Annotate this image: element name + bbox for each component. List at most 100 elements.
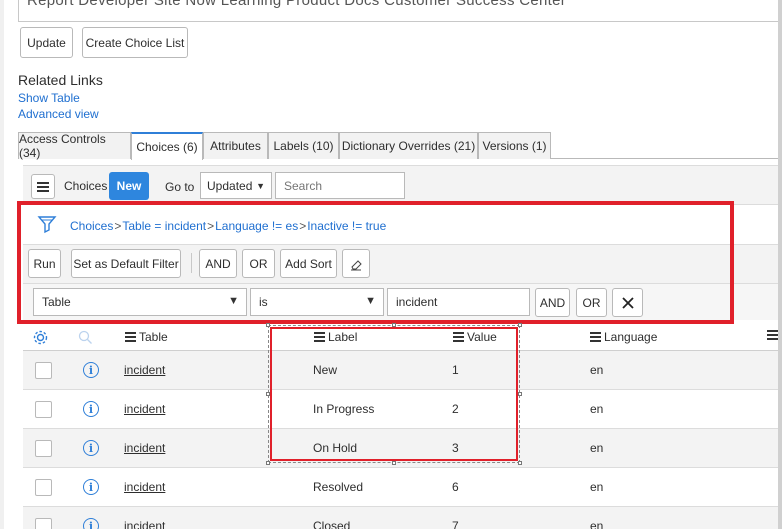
row-label: On Hold: [313, 441, 358, 455]
condition-or-button[interactable]: OR: [576, 288, 607, 317]
add-sort-button[interactable]: Add Sort: [280, 249, 337, 278]
top-nav-strip: Report Developer Site Now Learning Produ…: [18, 0, 782, 22]
filter-funnel-icon[interactable]: [37, 214, 57, 234]
new-button[interactable]: New: [109, 172, 149, 200]
clear-sort-button[interactable]: [342, 249, 370, 278]
row-label: Resolved: [313, 480, 364, 494]
divider: [191, 253, 192, 273]
condition-operator-select[interactable]: is ▼: [250, 288, 384, 316]
row-language: en: [590, 480, 604, 494]
resize-handle: [266, 392, 270, 396]
run-button[interactable]: Run: [28, 249, 61, 278]
row-checkbox[interactable]: [35, 479, 52, 496]
tab-access-controls[interactable]: Access Controls (34): [18, 132, 131, 160]
tab-labels[interactable]: Labels (10): [268, 132, 339, 159]
row-language: en: [590, 519, 604, 529]
related-links-title: Related Links: [18, 72, 103, 88]
set-default-filter-button[interactable]: Set as Default Filter: [71, 249, 181, 278]
goto-selected-value: Updated: [207, 178, 253, 193]
row-table-link[interactable]: incident: [124, 519, 165, 529]
table-row: i incident New 1 en: [23, 351, 782, 390]
resize-handle: [518, 392, 522, 396]
row-table-link[interactable]: incident: [124, 480, 165, 494]
row-checkbox[interactable]: [35, 401, 52, 418]
row-value: 7: [452, 519, 459, 529]
eraser-icon: [351, 259, 362, 270]
tab-attributes[interactable]: Attributes: [203, 132, 268, 159]
info-icon[interactable]: i: [83, 518, 99, 529]
and-button[interactable]: AND: [199, 249, 237, 278]
remove-condition-button[interactable]: [612, 288, 643, 317]
caret-down-icon: ▼: [228, 295, 239, 307]
row-table-link[interactable]: incident: [124, 402, 165, 416]
gear-icon[interactable]: [32, 329, 49, 346]
condition-field-value: Table: [42, 295, 71, 309]
row-table-link[interactable]: incident: [124, 441, 165, 455]
list-title: Choices: [64, 179, 108, 193]
row-label: In Progress: [313, 402, 375, 416]
resize-handle: [518, 461, 522, 465]
row-table-link[interactable]: incident: [124, 363, 165, 377]
column-menu-icon: [314, 332, 325, 342]
advanced-view-link[interactable]: Advanced view: [18, 107, 99, 121]
column-header-value[interactable]: Value: [453, 330, 497, 344]
breadcrumb-language[interactable]: Language != es: [215, 219, 298, 233]
goto-select[interactable]: Updated ▼: [200, 172, 272, 199]
row-language: en: [590, 402, 604, 416]
resize-handle: [266, 323, 270, 327]
table-row: i incident Closed 7 en: [23, 507, 782, 529]
goto-label: Go to: [165, 180, 195, 194]
condition-value: incident: [396, 295, 438, 309]
update-button[interactable]: Update: [20, 27, 73, 58]
breadcrumb-separator: >: [207, 219, 215, 233]
row-value: 1: [452, 363, 459, 377]
info-icon[interactable]: i: [83, 401, 99, 417]
column-header-more[interactable]: [767, 330, 778, 340]
row-checkbox[interactable]: [35, 440, 52, 457]
resize-handle: [392, 323, 396, 327]
breadcrumb-choices[interactable]: Choices: [70, 219, 113, 233]
column-menu-icon: [453, 332, 464, 342]
info-icon[interactable]: i: [83, 362, 99, 378]
top-nav-text: Report Developer Site Now Learning Produ…: [27, 0, 567, 9]
filter-button-row: Run Set as Default Filter AND OR Add Sor…: [23, 244, 782, 284]
window-left-edge: [0, 0, 4, 529]
tab-dictionary-overrides[interactable]: Dictionary Overrides (21): [339, 132, 478, 159]
row-value: 2: [452, 402, 459, 416]
tab-choices[interactable]: Choices (6): [131, 132, 203, 160]
info-icon[interactable]: i: [83, 479, 99, 495]
or-button[interactable]: OR: [242, 249, 275, 278]
condition-and-button[interactable]: AND: [535, 288, 570, 317]
column-header-table[interactable]: Table: [125, 330, 168, 344]
show-table-link[interactable]: Show Table: [18, 91, 80, 105]
tab-versions[interactable]: Versions (1): [478, 132, 551, 159]
row-label: New: [313, 363, 338, 377]
resize-handle: [518, 323, 522, 327]
search-input[interactable]: [275, 172, 405, 199]
breadcrumb-inactive[interactable]: Inactive != true: [307, 219, 386, 233]
table-row: i incident Resolved 6 en: [23, 468, 782, 507]
column-header-language[interactable]: Language: [590, 330, 657, 344]
condition-field-select[interactable]: Table ▼: [33, 288, 247, 316]
hamburger-icon: [37, 181, 49, 184]
resize-handle: [392, 461, 396, 465]
table-row: i incident On Hold 3 en: [23, 429, 782, 468]
row-checkbox[interactable]: [35, 362, 52, 379]
search-icon[interactable]: [78, 330, 93, 345]
column-menu-icon: [590, 332, 601, 342]
resize-handle: [266, 461, 270, 465]
list-menu-button[interactable]: [31, 174, 55, 199]
column-header-label[interactable]: Label: [314, 330, 357, 344]
create-choice-list-button[interactable]: Create Choice List: [82, 27, 188, 58]
caret-down-icon: ▼: [365, 295, 376, 307]
list-header: Table Label Value Language: [23, 324, 782, 351]
info-icon[interactable]: i: [83, 440, 99, 456]
condition-value-input[interactable]: incident: [387, 288, 530, 316]
row-value: 3: [452, 441, 459, 455]
row-language: en: [590, 363, 604, 377]
table-row: i incident In Progress 2 en: [23, 390, 782, 429]
breadcrumb-table[interactable]: Table = incident: [122, 219, 206, 233]
caret-down-icon: ▼: [256, 181, 265, 191]
condition-operator-value: is: [259, 295, 268, 309]
row-checkbox[interactable]: [35, 518, 52, 529]
